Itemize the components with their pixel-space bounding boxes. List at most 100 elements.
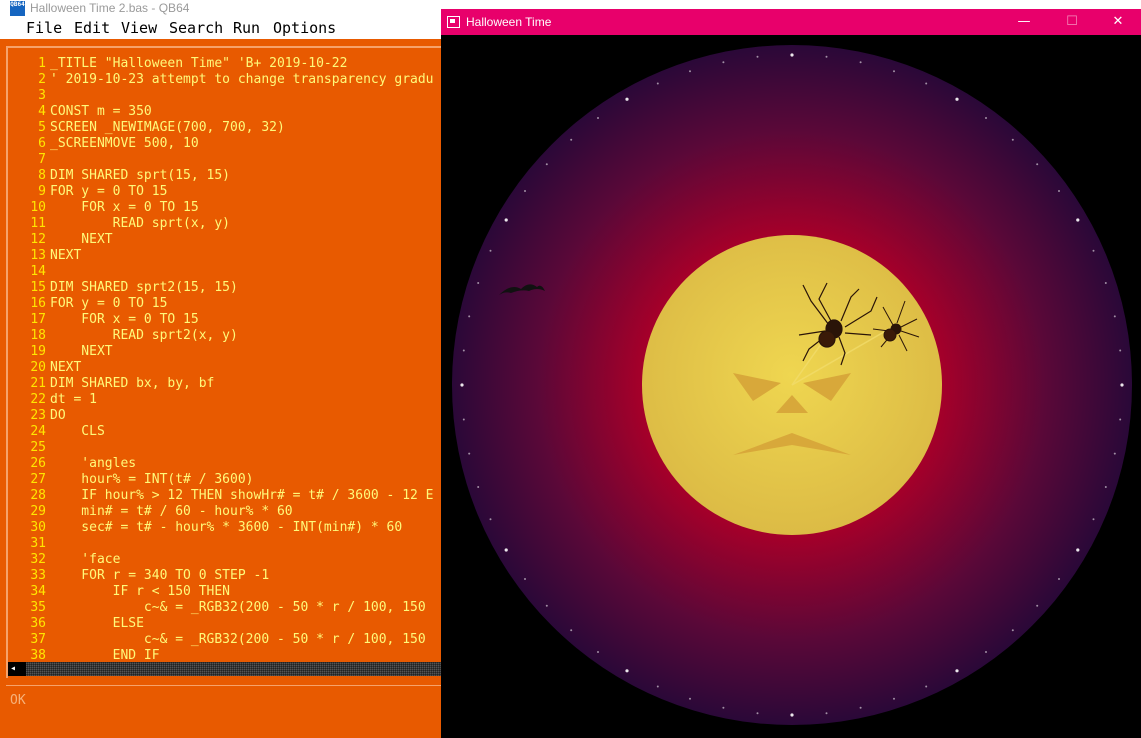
- code-text[interactable]: IF r < 150 THEN: [50, 584, 230, 599]
- menu-search[interactable]: Search: [169, 20, 223, 37]
- code-line[interactable]: 29 min# = t# / 60 - hour% * 60: [8, 504, 448, 520]
- code-line[interactable]: 2 ' 2019-10-23 attempt to change transpar…: [8, 72, 448, 88]
- tick-dot: [756, 55, 759, 58]
- code-line[interactable]: 3: [8, 88, 448, 104]
- code-line[interactable]: 5 SCREEN _NEWIMAGE(700, 700, 32): [8, 120, 448, 136]
- menu-edit[interactable]: Edit: [74, 20, 110, 37]
- scroll-left-arrow-icon[interactable]: ◂: [8, 662, 18, 676]
- code-text[interactable]: _SCREENMOVE 500, 10: [50, 136, 199, 151]
- code-line[interactable]: 9 FOR y = 0 TO 15: [8, 184, 448, 200]
- code-text[interactable]: NEXT: [50, 360, 81, 375]
- code-line[interactable]: 1 _TITLE "Halloween Time" 'B+ 2019-10-22: [8, 56, 448, 72]
- code-text[interactable]: 'face: [50, 552, 120, 567]
- code-line[interactable]: 21 DIM SHARED bx, by, bf: [8, 376, 448, 392]
- menu-options[interactable]: Options: [273, 20, 336, 37]
- code-editor[interactable]: 1 _TITLE "Halloween Time" 'B+ 2019-10-22 2…: [6, 46, 448, 678]
- close-icon[interactable]: ✕: [1095, 9, 1141, 35]
- code-line[interactable]: 18 READ sprt2(x, y): [8, 328, 448, 344]
- scrollbar-thumb[interactable]: [18, 662, 26, 676]
- code-text[interactable]: SCREEN _NEWIMAGE(700, 700, 32): [50, 120, 285, 135]
- tick-dot: [893, 697, 895, 700]
- code-text[interactable]: READ sprt2(x, y): [50, 328, 238, 343]
- code-line[interactable]: 22 dt = 1: [8, 392, 448, 408]
- code-text[interactable]: _TITLE "Halloween Time" 'B+ 2019-10-22: [50, 56, 347, 71]
- code-line[interactable]: 20 NEXT: [8, 360, 448, 376]
- menu-view[interactable]: View: [121, 20, 157, 37]
- code-text[interactable]: NEXT: [50, 344, 112, 359]
- tick-dot: [477, 282, 480, 284]
- code-line[interactable]: 34 IF r < 150 THEN: [8, 584, 448, 600]
- code-text[interactable]: min# = t# / 60 - hour% * 60: [50, 504, 292, 519]
- code-text[interactable]: ' 2019-10-23 attempt to change transpare…: [50, 72, 434, 87]
- code-line[interactable]: 17 FOR x = 0 TO 15: [8, 312, 448, 328]
- code-line[interactable]: 6 _SCREENMOVE 500, 10: [8, 136, 448, 152]
- qb64-app-icon: QB64: [10, 1, 25, 16]
- tick-dot: [1113, 452, 1116, 455]
- code-area[interactable]: 1 _TITLE "Halloween Time" 'B+ 2019-10-22 2…: [8, 56, 448, 664]
- code-line[interactable]: 31: [8, 536, 448, 552]
- tick-dot: [1011, 138, 1014, 141]
- menu-run[interactable]: Run: [233, 20, 260, 37]
- halloween-titlebar[interactable]: Halloween Time — ☐ ✕: [441, 9, 1141, 35]
- code-line[interactable]: 30 sec# = t# - hour% * 3600 - INT(min#) …: [8, 520, 448, 536]
- line-number: 9: [38, 184, 46, 199]
- maximize-icon[interactable]: ☐: [1049, 9, 1095, 35]
- code-text[interactable]: IF hour% > 12 THEN showHr# = t# / 3600 -…: [50, 488, 433, 503]
- code-text[interactable]: DIM SHARED sprt(15, 15): [50, 168, 230, 183]
- code-line[interactable]: 4 CONST m = 350: [8, 104, 448, 120]
- code-line[interactable]: 19 NEXT: [8, 344, 448, 360]
- code-text[interactable]: CLS: [50, 424, 105, 439]
- line-number: 23: [30, 408, 46, 423]
- code-text[interactable]: hour% = INT(t# / 3600): [50, 472, 253, 487]
- tick-dot: [722, 61, 725, 64]
- code-text[interactable]: DO: [50, 408, 66, 423]
- code-line[interactable]: 33 FOR r = 340 TO 0 STEP -1: [8, 568, 448, 584]
- code-line[interactable]: 32 'face: [8, 552, 448, 568]
- code-line[interactable]: 35 c~& = _RGB32(200 - 50 * r / 100, 150: [8, 600, 448, 616]
- code-line[interactable]: 7: [8, 152, 448, 168]
- code-line[interactable]: 16 FOR y = 0 TO 15: [8, 296, 448, 312]
- code-line[interactable]: 11 READ sprt(x, y): [8, 216, 448, 232]
- line-number: 35: [30, 600, 46, 615]
- code-line[interactable]: 23 DO: [8, 408, 448, 424]
- line-number: 25: [30, 440, 46, 455]
- code-line[interactable]: 10 FOR x = 0 TO 15: [8, 200, 448, 216]
- code-line[interactable]: 15 DIM SHARED sprt2(15, 15): [8, 280, 448, 296]
- code-text[interactable]: READ sprt(x, y): [50, 216, 230, 231]
- tick-dot: [1119, 349, 1122, 352]
- code-text[interactable]: CONST m = 350: [50, 104, 152, 119]
- code-line[interactable]: 28 IF hour% > 12 THEN showHr# = t# / 360…: [8, 488, 448, 504]
- code-line[interactable]: 12 NEXT: [8, 232, 448, 248]
- code-text[interactable]: sec# = t# - hour% * 3600 - INT(min#) * 6…: [50, 520, 402, 535]
- minimize-icon[interactable]: —: [1001, 9, 1047, 35]
- code-text[interactable]: dt = 1: [50, 392, 97, 407]
- code-line[interactable]: 14: [8, 264, 448, 280]
- code-line[interactable]: 37 c~& = _RGB32(200 - 50 * r / 100, 150: [8, 632, 448, 648]
- code-text[interactable]: 'angles: [50, 456, 136, 471]
- code-text[interactable]: DIM SHARED sprt2(15, 15): [50, 280, 238, 295]
- code-line[interactable]: 8 DIM SHARED sprt(15, 15): [8, 168, 448, 184]
- code-text[interactable]: c~& = _RGB32(200 - 50 * r / 100, 150: [50, 600, 426, 615]
- line-number: 33: [30, 568, 46, 583]
- code-line[interactable]: 26 'angles: [8, 456, 448, 472]
- code-line[interactable]: 27 hour% = INT(t# / 3600): [8, 472, 448, 488]
- code-text[interactable]: END IF: [50, 648, 160, 663]
- code-line[interactable]: 24 CLS: [8, 424, 448, 440]
- code-text[interactable]: FOR x = 0 TO 15: [50, 312, 198, 327]
- code-line[interactable]: 25: [8, 440, 448, 456]
- code-text[interactable]: c~& = _RGB32(200 - 50 * r / 100, 150: [50, 632, 426, 647]
- code-text[interactable]: DIM SHARED bx, by, bf: [50, 376, 214, 391]
- code-text[interactable]: FOR y = 0 TO 15: [50, 184, 167, 199]
- code-line[interactable]: 13 NEXT: [8, 248, 448, 264]
- code-text[interactable]: NEXT: [50, 248, 81, 263]
- horizontal-scrollbar[interactable]: ◂: [8, 662, 441, 676]
- code-text[interactable]: NEXT: [50, 232, 112, 247]
- tick-dot: [1092, 518, 1095, 521]
- line-number: 36: [30, 616, 46, 631]
- code-text[interactable]: FOR y = 0 TO 15: [50, 296, 167, 311]
- code-text[interactable]: FOR x = 0 TO 15: [50, 200, 198, 215]
- menu-file[interactable]: File: [26, 20, 62, 37]
- code-line[interactable]: 36 ELSE: [8, 616, 448, 632]
- code-text[interactable]: FOR r = 340 TO 0 STEP -1: [50, 568, 269, 583]
- code-text[interactable]: ELSE: [50, 616, 144, 631]
